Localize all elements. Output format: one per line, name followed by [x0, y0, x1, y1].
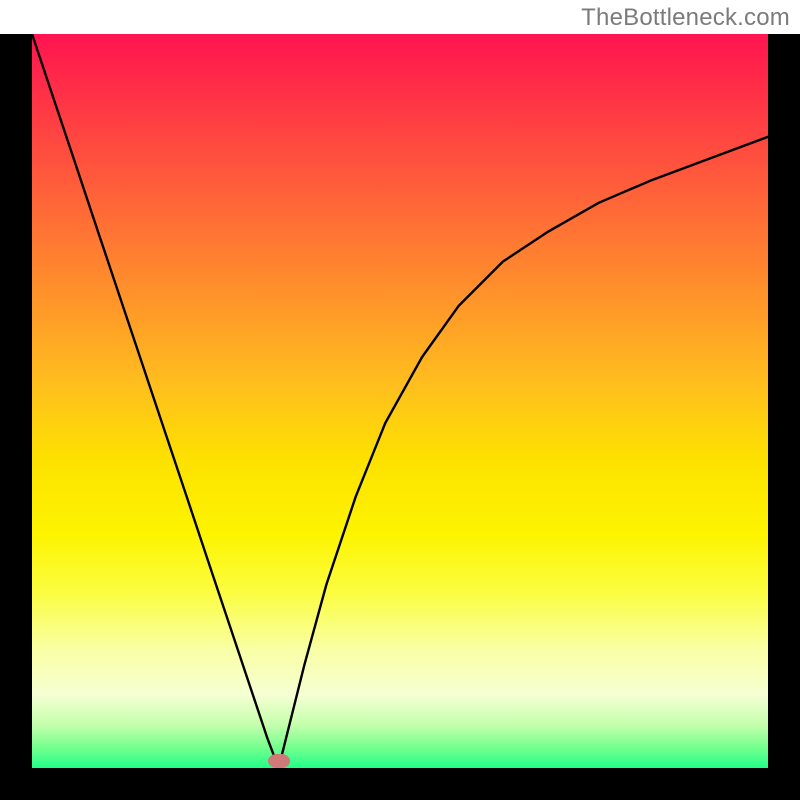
frame-left [0, 34, 32, 768]
frame-bottom [0, 768, 800, 800]
plot-area [32, 34, 768, 768]
chart-container: TheBottleneck.com [0, 0, 800, 800]
optimum-marker [268, 754, 290, 768]
attribution-text: TheBottleneck.com [581, 4, 790, 32]
bottleneck-curve [32, 34, 768, 768]
frame-right [768, 34, 800, 768]
